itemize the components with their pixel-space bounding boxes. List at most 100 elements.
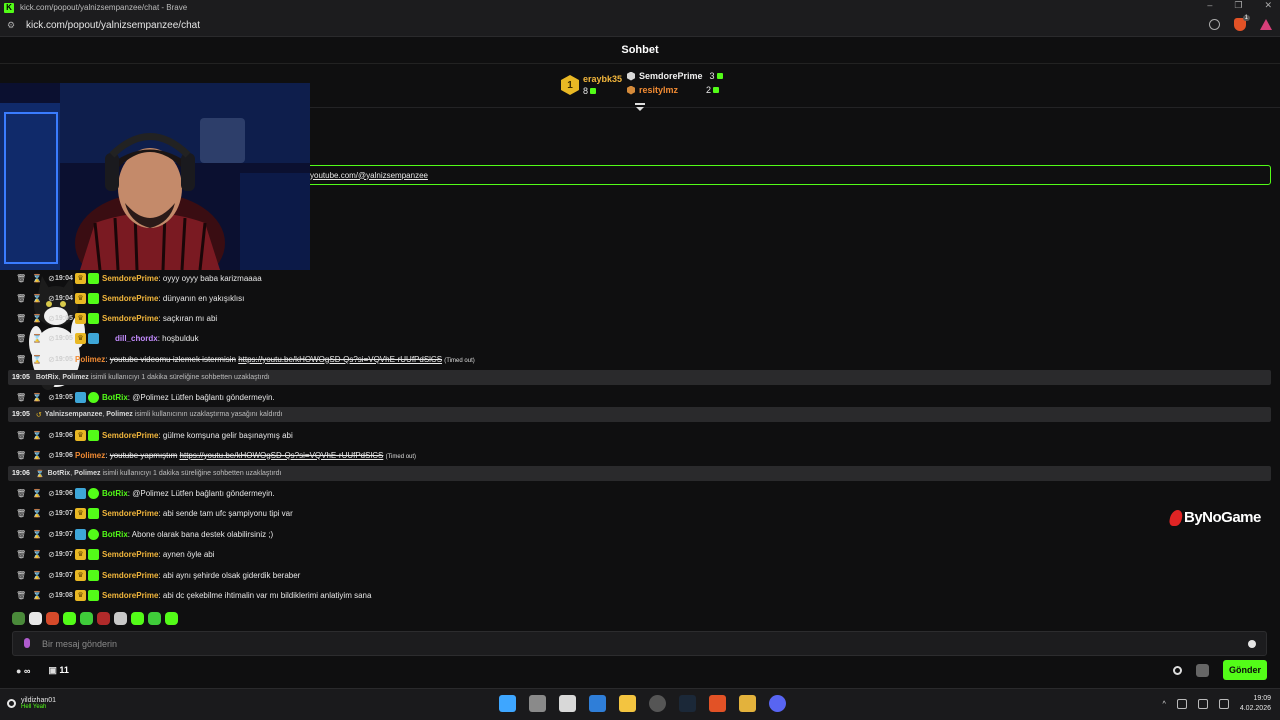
zoom-icon[interactable] — [1209, 19, 1220, 30]
emote-icon[interactable] — [29, 612, 42, 625]
timeout-icon[interactable]: ⌛ — [32, 509, 42, 518]
system-actor[interactable]: Yalnizsempanzee — [45, 411, 103, 418]
emote-icon[interactable] — [97, 612, 110, 625]
timeout-icon[interactable]: ⌛ — [32, 571, 42, 580]
system-actor[interactable]: BotRix — [36, 374, 59, 381]
gifter-3[interactable]: resitylmz 2 — [627, 85, 720, 95]
photos-icon[interactable] — [589, 695, 606, 712]
timeout-icon[interactable]: ⌛ — [32, 314, 42, 323]
brave-browser-icon[interactable] — [709, 695, 726, 712]
delete-icon[interactable]: 🗑 — [16, 274, 26, 283]
message-placeholder[interactable]: Bir mesaj gönderin — [42, 639, 117, 649]
delete-icon[interactable]: 🗑 — [16, 294, 26, 303]
maximize-button[interactable]: ❐ — [1234, 0, 1242, 11]
username[interactable]: dill_chordx — [115, 334, 158, 343]
timeout-icon[interactable]: ⌛ — [32, 393, 42, 402]
brave-shields-icon[interactable]: 1 — [1234, 15, 1250, 31]
emote-icon[interactable] — [131, 612, 144, 625]
gifter-1[interactable]: 1 eraybk35 8 — [561, 74, 622, 96]
delete-icon[interactable]: 🗑 — [16, 314, 26, 323]
timeout-icon[interactable]: ⌛ — [32, 489, 42, 498]
system-actor[interactable]: BotRix — [48, 470, 71, 477]
delete-icon[interactable]: 🗑 — [16, 355, 26, 364]
ban-icon[interactable]: ⊘ — [48, 393, 55, 402]
delete-icon[interactable]: 🗑 — [16, 489, 26, 498]
username[interactable]: SemdorePrime — [102, 314, 158, 323]
chat-message[interactable]: 🗑 ⌛ ⊘ 19:05 BotRix: @Polimez Lütfen bağlan… — [0, 388, 1280, 406]
tray-chevron-icon[interactable]: ^ — [1163, 701, 1166, 708]
chat-message[interactable]: 🗑 ⌛ ⊘ 19:08 ♛ SemdorePrime: abi dc çekebil… — [0, 586, 1280, 604]
clock[interactable]: 19:09 4.02.2026 — [1240, 694, 1271, 714]
username[interactable]: SemdorePrime — [102, 571, 158, 580]
file-explorer-icon[interactable] — [619, 695, 636, 712]
media-player-icon[interactable] — [739, 695, 756, 712]
chat-message[interactable]: 🗑 ⌛ ⊘ 19:05 ♛ SemdorePrime: saçkıran mı ab… — [0, 309, 1280, 327]
emote-icon[interactable] — [46, 612, 59, 625]
mic-icon[interactable] — [24, 638, 30, 648]
send-button[interactable]: Gönder — [1223, 660, 1267, 680]
ban-icon[interactable]: ⊘ — [48, 451, 55, 460]
timeout-icon[interactable]: ⌛ — [32, 530, 42, 539]
ban-icon[interactable]: ⊘ — [48, 314, 55, 323]
ban-icon[interactable]: ⊘ — [48, 489, 55, 498]
username[interactable]: Polimez — [75, 451, 105, 460]
chat-message[interactable]: 🗑 ⌛ ⊘ 19:06 ♛ SemdorePrime: gülme komşuna … — [0, 426, 1280, 444]
username[interactable]: BotRix — [102, 489, 128, 498]
timeout-icon[interactable]: ⌛ — [32, 451, 42, 460]
system-target[interactable]: Polimez — [106, 411, 132, 418]
emote-icon[interactable] — [63, 612, 76, 625]
ban-icon[interactable]: ⊘ — [48, 530, 55, 539]
delete-icon[interactable]: 🗑 — [16, 550, 26, 559]
username[interactable]: BotRix — [102, 393, 128, 402]
snipping-tool-icon[interactable] — [559, 695, 576, 712]
ban-icon[interactable]: ⊘ — [48, 550, 55, 559]
chat-settings-icon[interactable] — [1173, 665, 1182, 675]
system-target[interactable]: Polimez — [62, 374, 88, 381]
username[interactable]: SemdorePrime — [102, 431, 158, 440]
chat-message[interactable]: 🗑 ⌛ ⊘ 19:07 ♛ SemdorePrime: abi aynı şehir… — [0, 566, 1280, 584]
windows-start-icon[interactable] — [499, 695, 516, 712]
delete-icon[interactable]: 🗑 — [16, 393, 26, 402]
emote-settings-icon[interactable] — [1196, 663, 1209, 677]
site-settings-icon[interactable]: ⚙ — [7, 20, 19, 31]
delete-icon[interactable]: 🗑 — [16, 530, 26, 539]
task-view-icon[interactable] — [529, 695, 546, 712]
emote-icon[interactable] — [165, 612, 178, 625]
taskbar-user[interactable]: yildizhan01 Hell Yeah — [7, 697, 56, 710]
emote-icon[interactable] — [114, 612, 127, 625]
chat-message[interactable]: 🗑 ⌛ ⊘ 19:07 ♛ SemdorePrime: aynen öyle abi — [0, 545, 1280, 563]
timeout-icon[interactable]: ⌛ — [32, 431, 42, 440]
username[interactable]: SemdorePrime — [102, 274, 158, 283]
emote-icon[interactable] — [148, 612, 161, 625]
ban-icon[interactable]: ⊘ — [48, 431, 55, 440]
chat-message[interactable]: 🗑 ⌛ ⊘ 19:05 ♛ dill_chordx: hoşbulduk — [0, 329, 1280, 347]
delete-icon[interactable]: 🗑 — [16, 431, 26, 440]
message-input[interactable]: Bir mesaj gönderin — [12, 631, 1267, 656]
chat-message[interactable]: 🗑 ⌛ ⊘ 19:07 BotRix: Abone olarak bana dest… — [0, 525, 1280, 543]
chat-message[interactable]: 🗑 ⌛ ⊘ 19:04 ♛ SemdorePrime: oyyy oyyy baba… — [0, 269, 1280, 287]
gift-subs-counter[interactable]: ▣ 11 — [48, 665, 69, 676]
obs-icon[interactable] — [649, 695, 666, 712]
timeout-icon[interactable]: ⌛ — [32, 274, 42, 283]
username[interactable]: SemdorePrime — [102, 509, 158, 518]
connection-status[interactable]: ● ∞ — [16, 666, 30, 676]
url-text[interactable]: kick.com/popout/yalnizsempanzee/chat — [26, 20, 200, 31]
username[interactable]: SemdorePrime — [102, 294, 158, 303]
system-target[interactable]: Polimez — [74, 470, 100, 477]
ban-icon[interactable]: ⊘ — [48, 334, 55, 343]
timeout-icon[interactable]: ⌛ — [32, 294, 42, 303]
minimize-button[interactable]: – — [1207, 0, 1212, 11]
emote-icon[interactable] — [80, 612, 93, 625]
address-bar[interactable]: ⚙ kick.com/popout/yalnizsempanzee/chat 1 — [0, 15, 1280, 37]
collapse-chevron-icon[interactable] — [635, 103, 645, 111]
emote-icon[interactable] — [12, 612, 25, 625]
timeout-icon[interactable]: ⌛ — [32, 550, 42, 559]
username[interactable]: SemdorePrime — [102, 591, 158, 600]
discord-icon[interactable] — [769, 695, 786, 712]
username[interactable]: BotRix — [102, 530, 128, 539]
emoji-picker-icon[interactable] — [1248, 640, 1256, 648]
chat-message-deleted[interactable]: 🗑 ⌛ ⊘ 19:06 Polimez: youtube yapmıştım htt… — [0, 446, 1280, 464]
pinned-message[interactable]: youtube.com/@yalnizsempanzee — [300, 165, 1271, 185]
chat-message[interactable]: 🗑 ⌛ ⊘ 19:07 ♛ SemdorePrime: abi sende tam … — [0, 504, 1280, 522]
mic-tray-icon[interactable] — [1176, 699, 1187, 709]
